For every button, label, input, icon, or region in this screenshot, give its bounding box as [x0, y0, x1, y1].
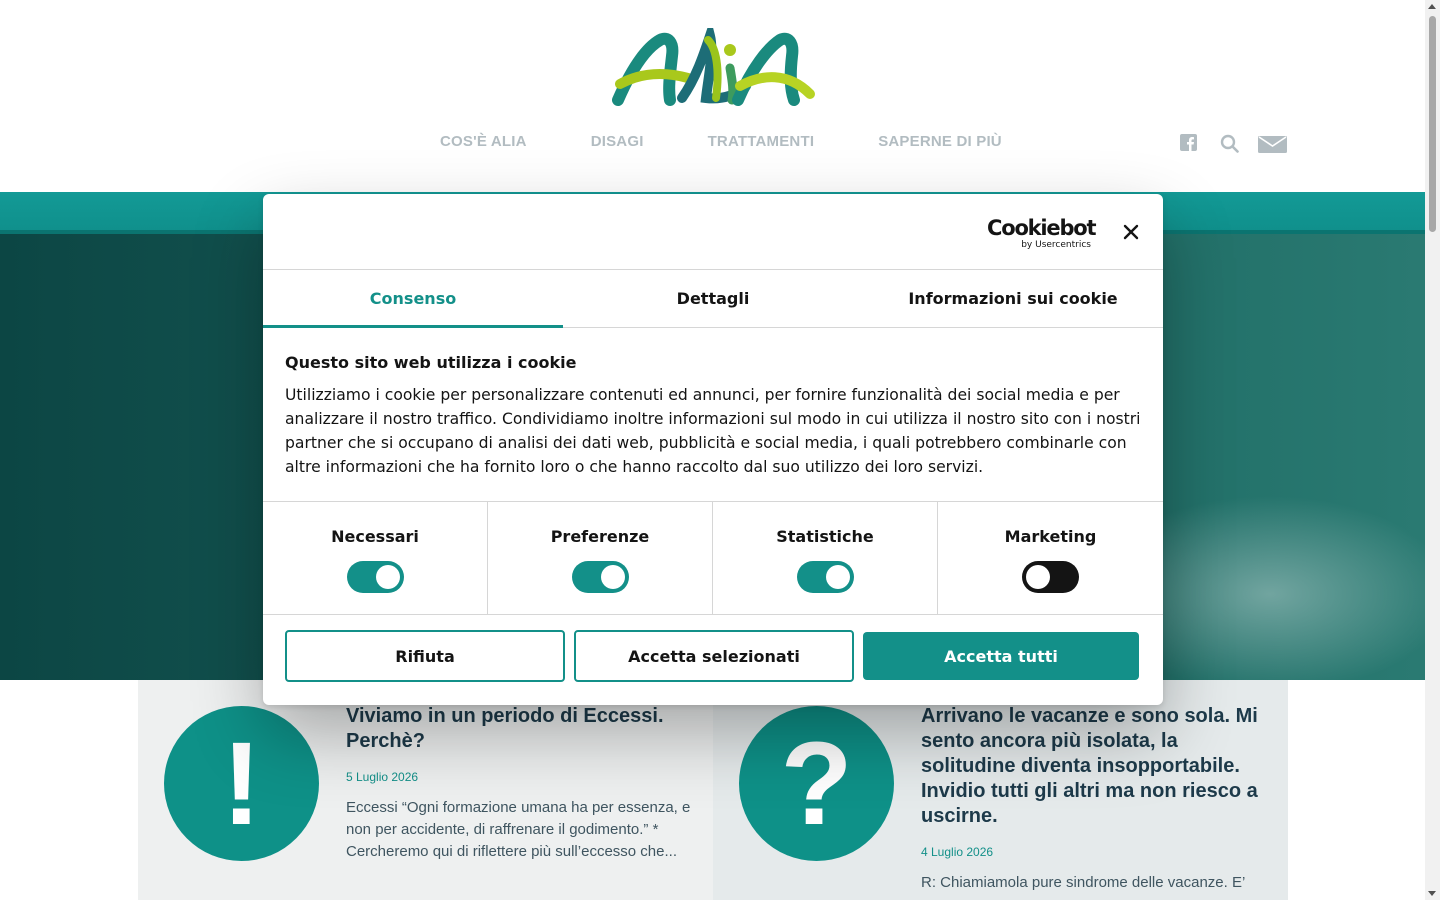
- mail-icon[interactable]: [1258, 136, 1287, 153]
- article-date: 4 Luglio 2026: [921, 845, 994, 859]
- cookie-categories: Necessari Preferenze Statistiche Marketi…: [263, 502, 1163, 615]
- toggle-necessari[interactable]: [346, 561, 404, 593]
- toggle-knob: [1026, 565, 1050, 589]
- article-card[interactable]: ! Viviamo in un periodo di Eccessi. Perc…: [138, 680, 713, 900]
- scroll-down-arrow-icon[interactable]: [1428, 891, 1436, 896]
- toggle-statistiche[interactable]: [796, 561, 854, 593]
- accept-selected-button[interactable]: Accetta selezionati: [574, 630, 854, 682]
- reject-button[interactable]: Rifiuta: [285, 630, 565, 682]
- tab-dettagli[interactable]: Dettagli: [563, 270, 863, 327]
- dialog-heading: Questo sito web utilizza i cookie: [285, 353, 577, 372]
- category-statistiche: Statistiche: [713, 502, 938, 614]
- article-date: 5 Luglio 2026: [346, 770, 419, 784]
- article-body: Arrivano le vacanze e sono sola. Mi sent…: [921, 704, 1266, 894]
- facebook-icon[interactable]: [1180, 134, 1197, 151]
- search-icon[interactable]: [1220, 134, 1239, 153]
- nav-cos-e-alia[interactable]: COS'È ALIA: [440, 133, 527, 150]
- category-label: Preferenze: [550, 527, 650, 546]
- article-excerpt: R: Chiamiamola pure sindrome delle vacan…: [921, 874, 1246, 891]
- site-header: COS'È ALIA DISAGI TRATTAMENTI SAPERNE DI…: [0, 0, 1425, 192]
- exclamation-icon: !: [164, 706, 319, 861]
- main-nav: COS'È ALIA DISAGI TRATTAMENTI SAPERNE DI…: [440, 133, 1002, 150]
- cookiebot-brand-sub: by Usercentrics: [1021, 240, 1091, 250]
- toggle-knob: [375, 565, 400, 589]
- nav-trattamenti[interactable]: TRATTAMENTI: [708, 133, 815, 150]
- nav-saperne-di-piu[interactable]: SAPERNE DI PIÙ: [878, 133, 1002, 150]
- dialog-header: Cookiebot by Usercentrics: [263, 194, 1163, 270]
- alia-logo-graphic: [612, 18, 815, 106]
- category-marketing: Marketing: [938, 502, 1163, 614]
- scroll-up-arrow-icon[interactable]: [1428, 4, 1436, 9]
- cookie-consent-dialog: Cookiebot by Usercentrics Consenso Detta…: [263, 194, 1163, 705]
- article-body: Viviamo in un periodo di Eccessi. Perchè…: [346, 704, 691, 863]
- dialog-tabs: Consenso Dettagli Informazioni sui cooki…: [263, 270, 1163, 328]
- article-excerpt: Eccessi “Ogni formazione umana ha per es…: [346, 799, 691, 860]
- cookiebot-logo: Cookiebot by Usercentrics: [987, 216, 1097, 250]
- question-icon: ?: [739, 706, 894, 861]
- article-title[interactable]: Arrivano le vacanze e sono sola. Mi sent…: [921, 704, 1266, 829]
- page-scrollbar[interactable]: [1425, 0, 1440, 900]
- scrollbar-thumb[interactable]: [1429, 16, 1436, 232]
- dialog-description: Utilizziamo i cookie per personalizzare …: [285, 386, 1141, 476]
- dialog-buttons: Rifiuta Accetta selezionati Accetta tutt…: [285, 630, 1139, 682]
- category-label: Marketing: [1004, 527, 1097, 546]
- article-cards: ! Viviamo in un periodo di Eccessi. Perc…: [138, 680, 1288, 900]
- accept-all-button[interactable]: Accetta tutti: [863, 632, 1139, 680]
- cookiebot-brand: Cookiebot: [987, 216, 1097, 240]
- nav-disagi[interactable]: DISAGI: [591, 133, 644, 150]
- close-icon[interactable]: [1121, 222, 1141, 242]
- dialog-content: Questo sito web utilizza i cookie Utiliz…: [263, 328, 1163, 502]
- alia-logo[interactable]: [612, 18, 816, 108]
- toggle-knob: [825, 565, 850, 589]
- category-necessari: Necessari: [263, 502, 488, 614]
- tab-informazioni-sui-cookie[interactable]: Informazioni sui cookie: [863, 270, 1163, 327]
- toggle-knob: [600, 565, 625, 589]
- category-label: Necessari: [331, 527, 419, 546]
- article-title[interactable]: Viviamo in un periodo di Eccessi. Perchè…: [346, 704, 691, 754]
- article-card[interactable]: ? Arrivano le vacanze e sono sola. Mi se…: [713, 680, 1288, 900]
- category-label: Statistiche: [776, 527, 874, 546]
- toggle-preferenze[interactable]: [571, 561, 629, 593]
- tab-consenso[interactable]: Consenso: [263, 270, 563, 328]
- toggle-marketing[interactable]: [1022, 561, 1079, 593]
- category-preferenze: Preferenze: [488, 502, 713, 614]
